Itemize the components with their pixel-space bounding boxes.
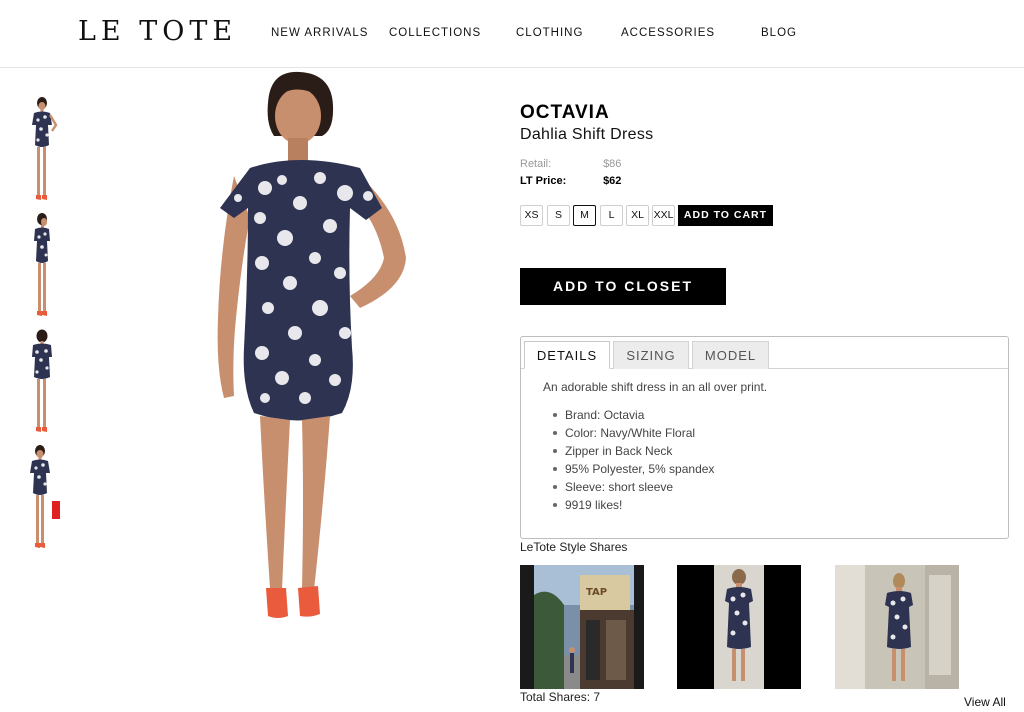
style-shares-title: LeTote Style Shares: [520, 540, 628, 554]
nav-clothing[interactable]: CLOTHING: [516, 27, 583, 39]
style-share-photo-3[interactable]: [835, 565, 959, 689]
bullet-icon: [553, 485, 557, 489]
nav-collections[interactable]: COLLECTIONS: [389, 27, 481, 39]
product-brand: OCTAVIA: [520, 102, 610, 123]
detail-item: Brand: Octavia: [553, 406, 714, 424]
svg-text:TAP: TAP: [586, 587, 607, 598]
style-share-photo-2[interactable]: [677, 565, 801, 689]
bullet-icon: [553, 431, 557, 435]
detail-item: Sleeve: short sleeve: [553, 478, 714, 496]
view-all-link[interactable]: View All: [964, 695, 1006, 709]
nav-blog[interactable]: BLOG: [761, 27, 797, 39]
lt-price-label: LT Price:: [520, 175, 567, 187]
detail-item: 9919 likes!: [553, 496, 714, 514]
bullet-icon: [553, 449, 557, 453]
detail-text: Color: Navy/White Floral: [565, 426, 696, 440]
size-option-s[interactable]: S: [547, 205, 570, 226]
size-option-xs[interactable]: XS: [520, 205, 543, 226]
detail-text: Sleeve: short sleeve: [565, 480, 674, 494]
tab-details[interactable]: DETAILS: [524, 341, 610, 369]
product-details-list: Brand: Octavia Color: Navy/White Floral …: [553, 406, 715, 514]
detail-text: 95% Polyester, 5% spandex: [565, 462, 715, 476]
lt-price-row: LT Price: $62: [520, 175, 621, 187]
detail-item: Color: Navy/White Floral: [553, 424, 714, 442]
retail-price-row: Retail: $86: [520, 158, 621, 170]
product-thumbnail-back[interactable]: [22, 327, 66, 437]
tab-sizing[interactable]: SIZING: [613, 341, 689, 369]
retail-price-label: Retail:: [520, 158, 552, 170]
add-to-cart-button[interactable]: ADD TO CART: [678, 205, 773, 226]
bullet-icon: [553, 467, 557, 471]
nav-accessories[interactable]: ACCESSORIES: [621, 27, 715, 39]
size-option-xxl[interactable]: XXL: [652, 205, 675, 226]
detail-item: 95% Polyester, 5% spandex: [553, 460, 715, 478]
detail-item: Zipper in Back Neck: [553, 442, 714, 460]
product-thumbnail-front[interactable]: [22, 95, 66, 205]
retail-price-value: $86: [603, 158, 622, 170]
product-thumbnail-styled[interactable]: [22, 443, 66, 553]
bullet-icon: [553, 413, 557, 417]
bullet-icon: [553, 503, 557, 507]
size-option-l[interactable]: L: [600, 205, 623, 226]
nav-new-arrivals[interactable]: NEW ARRIVALS: [271, 27, 368, 39]
main-product-image[interactable]: [190, 68, 450, 658]
lt-price-value: $62: [603, 175, 622, 187]
product-name: Dahlia Shift Dress: [520, 126, 654, 143]
total-shares-count: Total Shares: 7: [520, 690, 601, 704]
product-description: An adorable shift dress in an all over p…: [543, 380, 768, 394]
size-option-xl[interactable]: XL: [626, 205, 649, 226]
site-header: LE TOTE NEW ARRIVALS COLLECTIONS CLOTHIN…: [0, 0, 1024, 68]
detail-text: Brand: Octavia: [565, 408, 645, 422]
detail-text: Zipper in Back Neck: [565, 444, 673, 458]
product-thumbnail-side[interactable]: [22, 211, 66, 321]
tab-model[interactable]: MODEL: [692, 341, 769, 369]
size-option-m[interactable]: M: [573, 205, 596, 226]
main-nav: NEW ARRIVALS COLLECTIONS CLOTHING ACCESS…: [0, 27, 1024, 41]
product-info-tabs: DETAILS SIZING MODEL An adorable shift d…: [520, 336, 1009, 539]
style-share-photo-1[interactable]: TAP: [520, 565, 644, 689]
detail-text: 9919 likes!: [565, 498, 623, 512]
add-to-closet-button[interactable]: ADD TO CLOSET: [520, 268, 726, 305]
